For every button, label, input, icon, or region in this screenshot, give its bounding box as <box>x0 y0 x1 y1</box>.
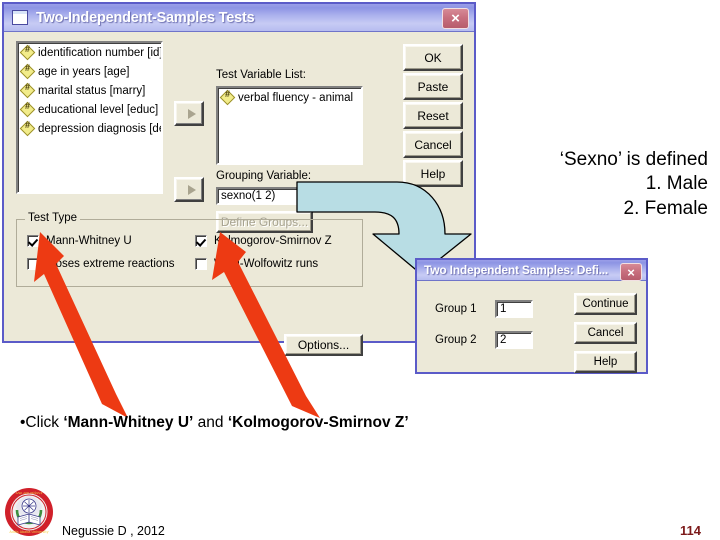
variable-label: identification number [id] <box>38 46 161 59</box>
source-variable-list[interactable]: identification number [id] age in years … <box>16 41 163 194</box>
move-to-grouping-variable-button[interactable] <box>174 177 204 202</box>
dialog-titlebar[interactable]: Two-Independent-Samples Tests × <box>4 4 474 32</box>
university-seal-logo: አዲስ አበባ ዩኒቨርሲቲ Addis Ababa University <box>5 488 53 536</box>
group2-label: Group 2 <box>435 334 477 346</box>
continue-button[interactable]: Continue <box>574 293 637 315</box>
reset-button[interactable]: Reset <box>403 102 463 129</box>
scale-variable-icon <box>221 89 234 104</box>
sexno-annotation-line-2: 1. Male <box>645 173 708 195</box>
list-item[interactable]: age in years [age] <box>18 62 161 81</box>
variable-label: age in years [age] <box>38 65 130 78</box>
cancel-button[interactable]: Cancel <box>574 322 637 344</box>
footer-author: Negussie D , 2012 <box>62 524 165 538</box>
define-dialog-title: Two Independent Samples: Defi... <box>424 263 609 277</box>
list-item[interactable]: identification number [id] <box>18 43 161 62</box>
dialog-title: Two-Independent-Samples Tests <box>36 9 255 26</box>
variable-label: marital status [marry] <box>38 84 146 97</box>
list-item[interactable]: educational level [educ] <box>18 100 161 119</box>
sexno-annotation-line-3: 2. Female <box>623 197 708 219</box>
svg-text:Addis Ababa University: Addis Ababa University <box>9 530 48 534</box>
close-icon[interactable]: × <box>442 8 469 29</box>
list-item[interactable]: depression diagnosis [dep] <box>18 119 161 138</box>
close-icon[interactable]: × <box>620 263 642 281</box>
group2-value: 2 <box>500 334 507 346</box>
window-icon <box>12 10 28 25</box>
cancel-button[interactable]: Cancel <box>403 131 463 158</box>
test-variable-list-label: Test Variable List: <box>216 69 306 81</box>
group1-value: 1 <box>500 303 507 315</box>
instruction-bullet: •Click ‘Mann-Whitney U’ and ‘Kolmogorov-… <box>20 414 409 432</box>
bullet-bold-2: ‘Kolmogorov-Smirnov Z’ <box>227 414 409 431</box>
scale-variable-icon <box>21 82 34 97</box>
bullet-prefix: •Click <box>20 414 64 431</box>
page-number: 114 <box>680 523 701 538</box>
red-arrow-pointing-to-kolmogorov-smirnov-checkbox <box>212 232 320 418</box>
bullet-bold-1: ‘Mann-Whitney U’ <box>63 414 194 431</box>
list-item[interactable]: verbal fluency - animal <box>218 88 361 107</box>
variable-label: educational level [educ] <box>38 103 159 116</box>
help-button[interactable]: Help <box>574 351 637 373</box>
list-item[interactable]: marital status [marry] <box>18 81 161 100</box>
group2-input[interactable]: 2 <box>495 331 533 349</box>
test-variable-list[interactable]: verbal fluency - animal <box>216 86 363 165</box>
define-groups-dialog: Two Independent Samples: Defi... × Group… <box>415 258 648 374</box>
grouping-variable-value: sexno(1 2) <box>221 190 276 202</box>
move-to-test-variables-button[interactable] <box>174 101 204 126</box>
sexno-annotation: ‘Sexno’ is defined 1. Male 2. Female <box>470 148 708 221</box>
red-arrow-pointing-to-mann-whitney-checkbox <box>34 232 128 418</box>
scale-variable-icon <box>21 63 34 78</box>
ok-button[interactable]: OK <box>403 44 463 71</box>
svg-text:አዲስ አበባ ዩኒቨርሲቲ: አዲስ አበባ ዩኒቨርሲቲ <box>16 491 43 495</box>
variable-label: depression diagnosis [dep] <box>38 122 161 135</box>
scale-variable-icon <box>21 101 34 116</box>
scale-variable-icon <box>21 44 34 59</box>
test-type-legend: Test Type <box>25 212 81 224</box>
bullet-middle: and <box>193 414 228 431</box>
variable-label: verbal fluency - animal <box>238 91 354 104</box>
define-dialog-titlebar[interactable]: Two Independent Samples: Defi... × <box>417 260 646 281</box>
group1-label: Group 1 <box>435 303 477 315</box>
sexno-annotation-line-1: ‘Sexno’ is defined <box>559 149 708 170</box>
paste-button[interactable]: Paste <box>403 73 463 100</box>
group1-input[interactable]: 1 <box>495 300 533 318</box>
scale-variable-icon <box>21 120 34 135</box>
